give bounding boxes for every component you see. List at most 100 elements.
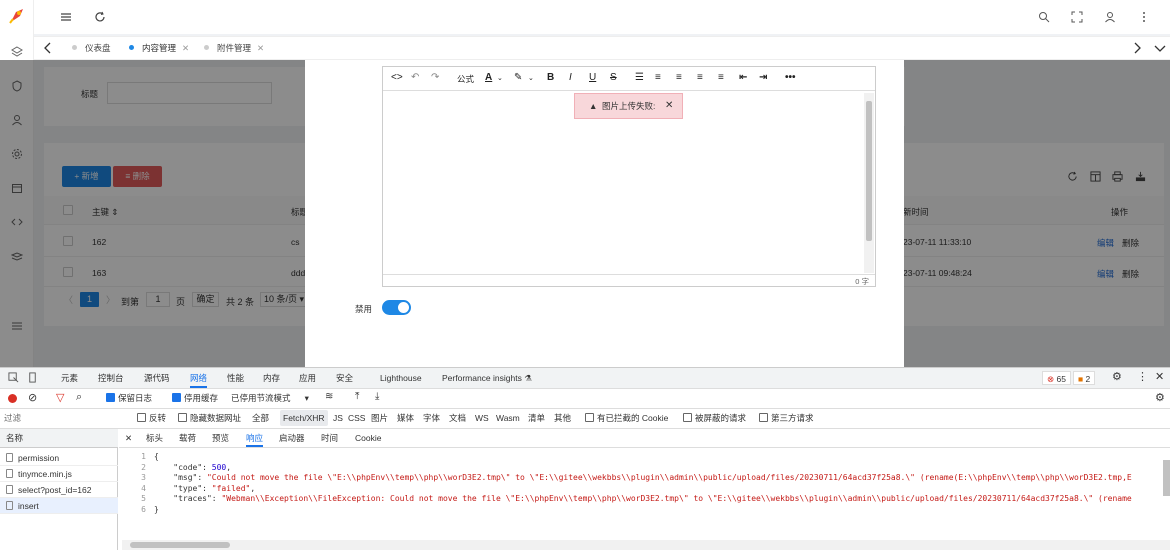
third-party-checkbox[interactable]: 第三方请求 bbox=[759, 409, 814, 427]
devtools-tab-lighthouse[interactable]: Lighthouse bbox=[380, 368, 422, 388]
chevron-down-icon[interactable]: ⌄ bbox=[497, 74, 503, 82]
devtools-tab-application[interactable]: 应用 bbox=[299, 368, 316, 388]
editor-scrollbar[interactable] bbox=[864, 93, 874, 273]
request-item[interactable]: select?post_id=162 bbox=[0, 482, 118, 498]
type-manifest[interactable]: 清单 bbox=[528, 409, 545, 427]
indent-icon[interactable]: ⇥ bbox=[759, 72, 767, 83]
disable-label: 禁用 bbox=[355, 304, 373, 314]
type-ws[interactable]: WS bbox=[475, 409, 489, 427]
devtools-tab-elements[interactable]: 元素 bbox=[61, 368, 78, 388]
devtools-tab-network[interactable]: 网络 bbox=[190, 368, 208, 388]
type-img[interactable]: 图片 bbox=[371, 409, 388, 427]
filter-icon[interactable]: ▽ bbox=[56, 391, 64, 404]
underline-icon[interactable]: U bbox=[589, 72, 596, 83]
record-icon[interactable] bbox=[8, 394, 17, 403]
type-other[interactable]: 其他 bbox=[554, 409, 571, 427]
hamburger-icon[interactable] bbox=[60, 11, 72, 23]
device-toolbar-icon[interactable] bbox=[27, 372, 38, 383]
download-icon[interactable]: ⤓ bbox=[375, 391, 379, 402]
type-media[interactable]: 媒体 bbox=[397, 409, 414, 427]
throttle-select[interactable]: 已停用节流模式 ▾ bbox=[231, 389, 309, 407]
blocked-requests-checkbox[interactable]: 被屏蔽的请求 bbox=[683, 409, 746, 427]
layers-icon[interactable] bbox=[11, 46, 23, 58]
chevron-left-icon[interactable] bbox=[43, 42, 53, 54]
user-icon[interactable] bbox=[1104, 11, 1116, 23]
detail-tab-initiator[interactable]: 启动器 bbox=[279, 429, 305, 447]
request-item[interactable]: tinymce.min.js bbox=[0, 466, 118, 482]
bold-icon[interactable]: B bbox=[547, 72, 554, 83]
search-icon[interactable]: ⌕ bbox=[76, 391, 82, 404]
refresh-icon[interactable] bbox=[94, 11, 106, 23]
inspect-icon[interactable] bbox=[8, 372, 19, 383]
list-icon[interactable]: ☰ bbox=[635, 72, 644, 83]
align-right-icon[interactable]: ≡ bbox=[697, 72, 703, 83]
type-css[interactable]: CSS bbox=[348, 409, 365, 427]
name-column-header[interactable]: 名称 bbox=[0, 429, 118, 448]
request-item-selected[interactable]: insert bbox=[0, 498, 118, 514]
align-left-icon[interactable]: ≡ bbox=[655, 72, 661, 83]
settings-gear-icon[interactable]: ⚙ bbox=[1112, 370, 1122, 383]
response-vertical-scrollbar[interactable] bbox=[1163, 460, 1170, 496]
devtools-tab-performance-insights[interactable]: Performance insights ⚗ bbox=[442, 368, 532, 388]
network-conditions-icon[interactable]: ≋ bbox=[325, 391, 333, 402]
devtools-tab-console[interactable]: 控制台 bbox=[98, 368, 124, 388]
error-count-badge[interactable]: ⊗ 65 bbox=[1042, 371, 1071, 385]
upload-icon[interactable]: ⤒ bbox=[355, 391, 359, 402]
type-font[interactable]: 字体 bbox=[423, 409, 440, 427]
detail-tab-preview[interactable]: 预览 bbox=[212, 429, 229, 447]
chevron-down-icon[interactable]: ⌄ bbox=[528, 74, 534, 82]
response-horizontal-scrollbar[interactable] bbox=[122, 540, 1170, 550]
highlight-icon[interactable]: ✎ bbox=[514, 72, 522, 83]
detail-tab-payload[interactable]: 载荷 bbox=[179, 429, 196, 447]
invert-checkbox[interactable]: 反转 bbox=[137, 409, 166, 427]
hide-data-urls-checkbox[interactable]: 隐藏数据网址 bbox=[178, 409, 241, 427]
tab-dashboard[interactable]: 仪表盘 bbox=[72, 37, 111, 59]
undo-icon[interactable]: ↶ bbox=[411, 72, 419, 83]
warning-count-badge[interactable]: ■ 2 bbox=[1073, 371, 1096, 385]
tab-content[interactable]: 内容管理 ✕ bbox=[129, 37, 189, 59]
detail-tab-response[interactable]: 响应 bbox=[246, 429, 264, 447]
tab-attachments[interactable]: 附件管理 ✕ bbox=[204, 37, 264, 59]
outdent-icon[interactable]: ⇤ bbox=[739, 72, 747, 83]
text-color-icon[interactable]: A bbox=[485, 72, 492, 83]
align-center-icon[interactable]: ≡ bbox=[676, 72, 682, 83]
italic-icon[interactable]: I bbox=[569, 72, 572, 83]
type-doc[interactable]: 文档 bbox=[449, 409, 466, 427]
source-code-icon[interactable]: <> bbox=[391, 72, 403, 83]
devtools-tab-memory[interactable]: 内存 bbox=[263, 368, 280, 388]
detail-tab-cookies[interactable]: Cookie bbox=[355, 429, 381, 447]
chevron-down-icon[interactable] bbox=[1154, 42, 1166, 54]
more-vertical-icon[interactable]: ⋮ bbox=[1137, 370, 1148, 383]
detail-tab-timing[interactable]: 时间 bbox=[321, 429, 338, 447]
close-icon[interactable]: ✕ bbox=[665, 94, 673, 118]
close-icon[interactable]: ✕ bbox=[182, 43, 189, 53]
devtools-tab-security[interactable]: 安全 bbox=[336, 368, 353, 388]
align-justify-icon[interactable]: ≡ bbox=[718, 72, 724, 83]
detail-tab-headers[interactable]: 标头 bbox=[146, 429, 163, 447]
close-icon[interactable]: ✕ bbox=[257, 43, 264, 53]
redo-icon[interactable]: ↷ bbox=[431, 72, 439, 83]
filter-input[interactable]: 过滤 bbox=[4, 409, 130, 428]
chevron-right-icon[interactable] bbox=[1132, 42, 1142, 54]
more-icon[interactable]: ••• bbox=[785, 72, 796, 83]
strikethrough-icon[interactable]: S bbox=[610, 72, 617, 83]
type-fetch-xhr[interactable]: Fetch/XHR bbox=[280, 410, 328, 426]
disable-cache-checkbox[interactable]: 停用缓存 bbox=[172, 389, 218, 407]
type-all[interactable]: 全部 bbox=[252, 409, 269, 427]
devtools-tab-performance[interactable]: 性能 bbox=[227, 368, 244, 388]
type-wasm[interactable]: Wasm bbox=[496, 409, 520, 427]
blocked-cookies-checkbox[interactable]: 有已拦截的 Cookie bbox=[585, 409, 668, 427]
more-vertical-icon[interactable] bbox=[1138, 11, 1150, 23]
clear-icon[interactable]: ⊘ bbox=[28, 391, 37, 404]
network-settings-icon[interactable]: ⚙ bbox=[1155, 391, 1165, 404]
devtools-tab-sources[interactable]: 源代码 bbox=[144, 368, 170, 388]
disable-toggle[interactable] bbox=[382, 300, 411, 315]
request-item[interactable]: permission bbox=[0, 450, 118, 466]
close-icon[interactable]: ✕ bbox=[1155, 370, 1164, 383]
close-detail-icon[interactable]: ✕ bbox=[125, 429, 132, 447]
type-js[interactable]: JS bbox=[333, 409, 343, 427]
formula-button[interactable]: 公式 bbox=[457, 73, 474, 85]
fullscreen-icon[interactable] bbox=[1071, 11, 1083, 23]
search-icon[interactable] bbox=[1038, 11, 1050, 23]
preserve-log-checkbox[interactable]: 保留日志 bbox=[106, 389, 152, 407]
